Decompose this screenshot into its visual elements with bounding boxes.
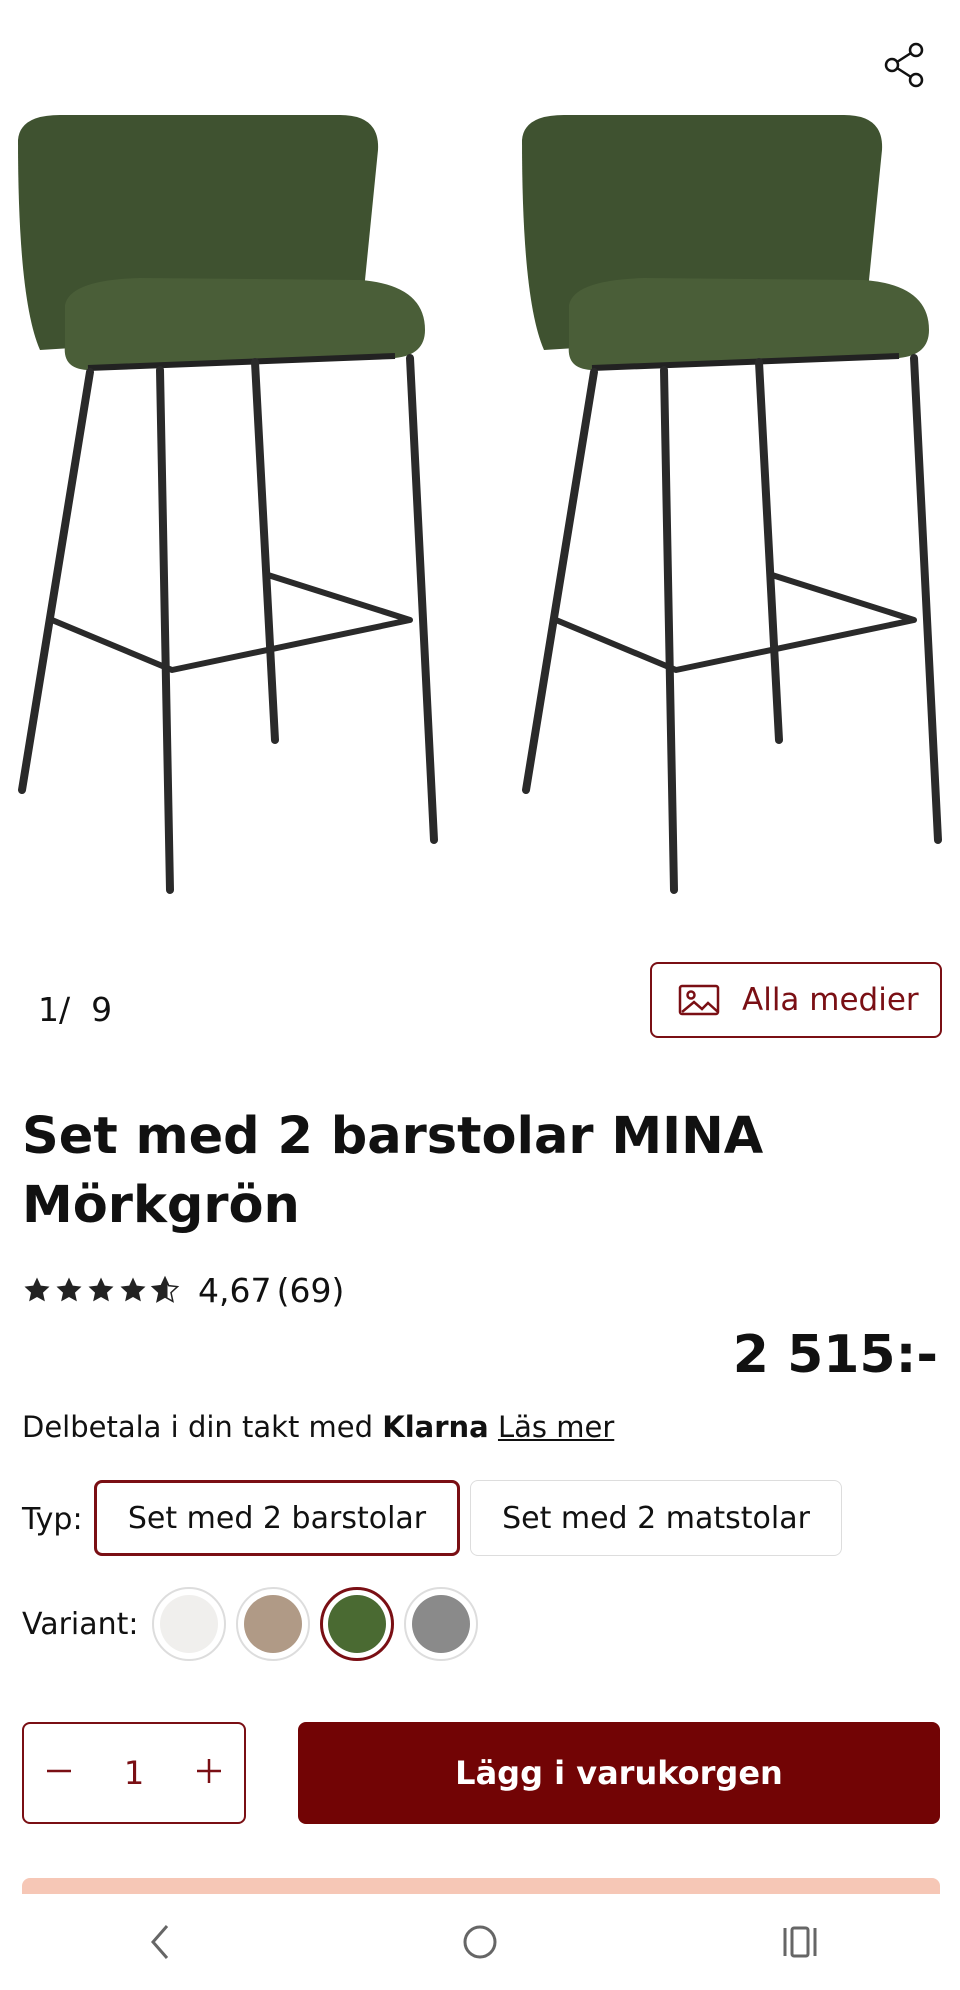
rating-count: (69) bbox=[276, 1270, 345, 1310]
type-option-matstolar[interactable]: Set med 2 matstolar bbox=[470, 1480, 842, 1556]
share-icon bbox=[884, 42, 924, 88]
quantity-stepper[interactable]: 1 bbox=[22, 1722, 246, 1824]
klarna-read-more-link[interactable]: Läs mer bbox=[498, 1410, 614, 1444]
back-button[interactable] bbox=[130, 1912, 190, 1972]
chair-right bbox=[522, 115, 942, 894]
variant-swatch-white[interactable] bbox=[152, 1587, 226, 1661]
chair-left bbox=[18, 115, 438, 894]
klarna-text: Delbetala i din takt med bbox=[22, 1410, 383, 1444]
share-button[interactable] bbox=[880, 40, 930, 90]
star-icon bbox=[88, 1277, 114, 1302]
type-option-barstolar[interactable]: Set med 2 barstolar bbox=[94, 1480, 460, 1556]
rating[interactable]: 4,67 (69) bbox=[22, 1270, 344, 1310]
plus-icon[interactable] bbox=[192, 1753, 226, 1793]
swatch-color bbox=[328, 1595, 386, 1653]
recents-button[interactable] bbox=[770, 1912, 830, 1972]
rating-stars bbox=[22, 1275, 180, 1305]
minus-icon[interactable] bbox=[42, 1753, 76, 1793]
swatch-color bbox=[160, 1595, 218, 1653]
star-icon bbox=[56, 1277, 82, 1302]
swatch-color bbox=[412, 1595, 470, 1653]
system-nav-bar bbox=[0, 1894, 960, 1990]
klarna-brand: Klarna bbox=[382, 1410, 489, 1444]
recents-icon bbox=[783, 1926, 817, 1958]
variant-swatch-beige[interactable] bbox=[236, 1587, 310, 1661]
add-to-cart-button[interactable]: Lägg i varukorgen bbox=[298, 1722, 940, 1824]
star-icon bbox=[120, 1277, 146, 1302]
promo-banner[interactable] bbox=[22, 1878, 940, 1894]
image-icon bbox=[678, 984, 720, 1016]
type-label: Typ: bbox=[22, 1502, 83, 1537]
back-icon bbox=[151, 1925, 169, 1959]
variant-swatch-green[interactable] bbox=[320, 1587, 394, 1661]
variant-label: Variant: bbox=[22, 1607, 139, 1642]
product-title: Set med 2 barstolar MINA Mörkgrön bbox=[22, 1107, 764, 1235]
all-media-label: Alla medier bbox=[742, 982, 919, 1018]
home-icon bbox=[463, 1925, 497, 1959]
product-image[interactable] bbox=[0, 100, 960, 900]
all-media-button[interactable]: Alla medier bbox=[650, 962, 942, 1038]
swatch-color bbox=[244, 1595, 302, 1653]
counter-current: 1/ bbox=[38, 990, 71, 1029]
star-icon bbox=[24, 1277, 50, 1302]
price: 2 515:- bbox=[732, 1325, 938, 1385]
product-gallery[interactable] bbox=[0, 0, 960, 940]
rating-value: 4,67 bbox=[198, 1270, 272, 1310]
klarna-info: Delbetala i din takt med Klarna Läs mer bbox=[22, 1410, 614, 1444]
counter-total: 9 bbox=[91, 990, 113, 1029]
quantity-value[interactable]: 1 bbox=[124, 1754, 144, 1792]
star-half-icon bbox=[150, 1275, 180, 1303]
home-button[interactable] bbox=[450, 1912, 510, 1972]
image-counter: 1/ 9 bbox=[38, 990, 112, 1029]
variant-swatch-grey[interactable] bbox=[404, 1587, 478, 1661]
